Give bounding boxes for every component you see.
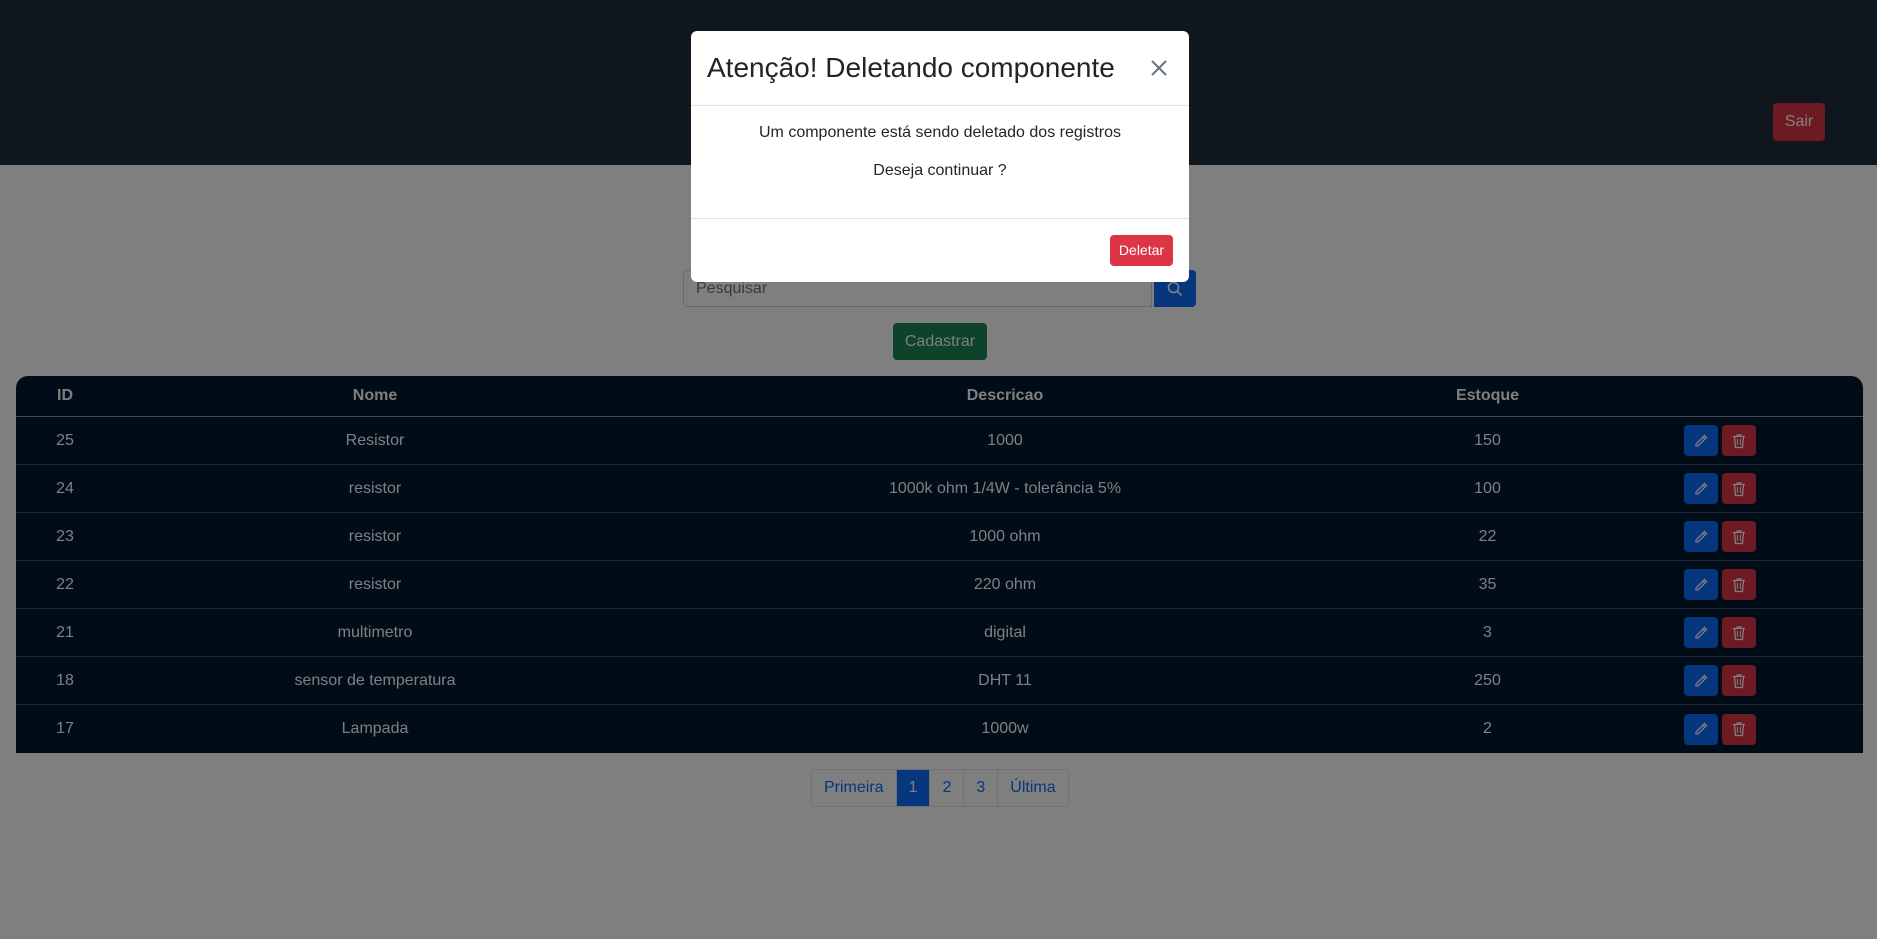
app: Sair Cadastrar ID Nome Descricao Estoque [0, 0, 1877, 939]
confirm-delete-button[interactable]: Deletar [1110, 234, 1173, 266]
modal-footer: Deletar [691, 219, 1189, 281]
close-icon [1151, 60, 1167, 76]
delete-confirm-modal: Atenção! Deletando componente Um compone… [691, 31, 1189, 282]
modal-body: Um componente está sendo deletado dos re… [691, 106, 1189, 219]
modal-question: Deseja continuar ? [873, 162, 1007, 179]
modal-message: Um componente está sendo deletado dos re… [759, 124, 1121, 141]
modal-header: Atenção! Deletando componente [691, 31, 1189, 106]
close-button[interactable] [1145, 54, 1173, 82]
modal-title: Atenção! Deletando componente [707, 52, 1115, 83]
